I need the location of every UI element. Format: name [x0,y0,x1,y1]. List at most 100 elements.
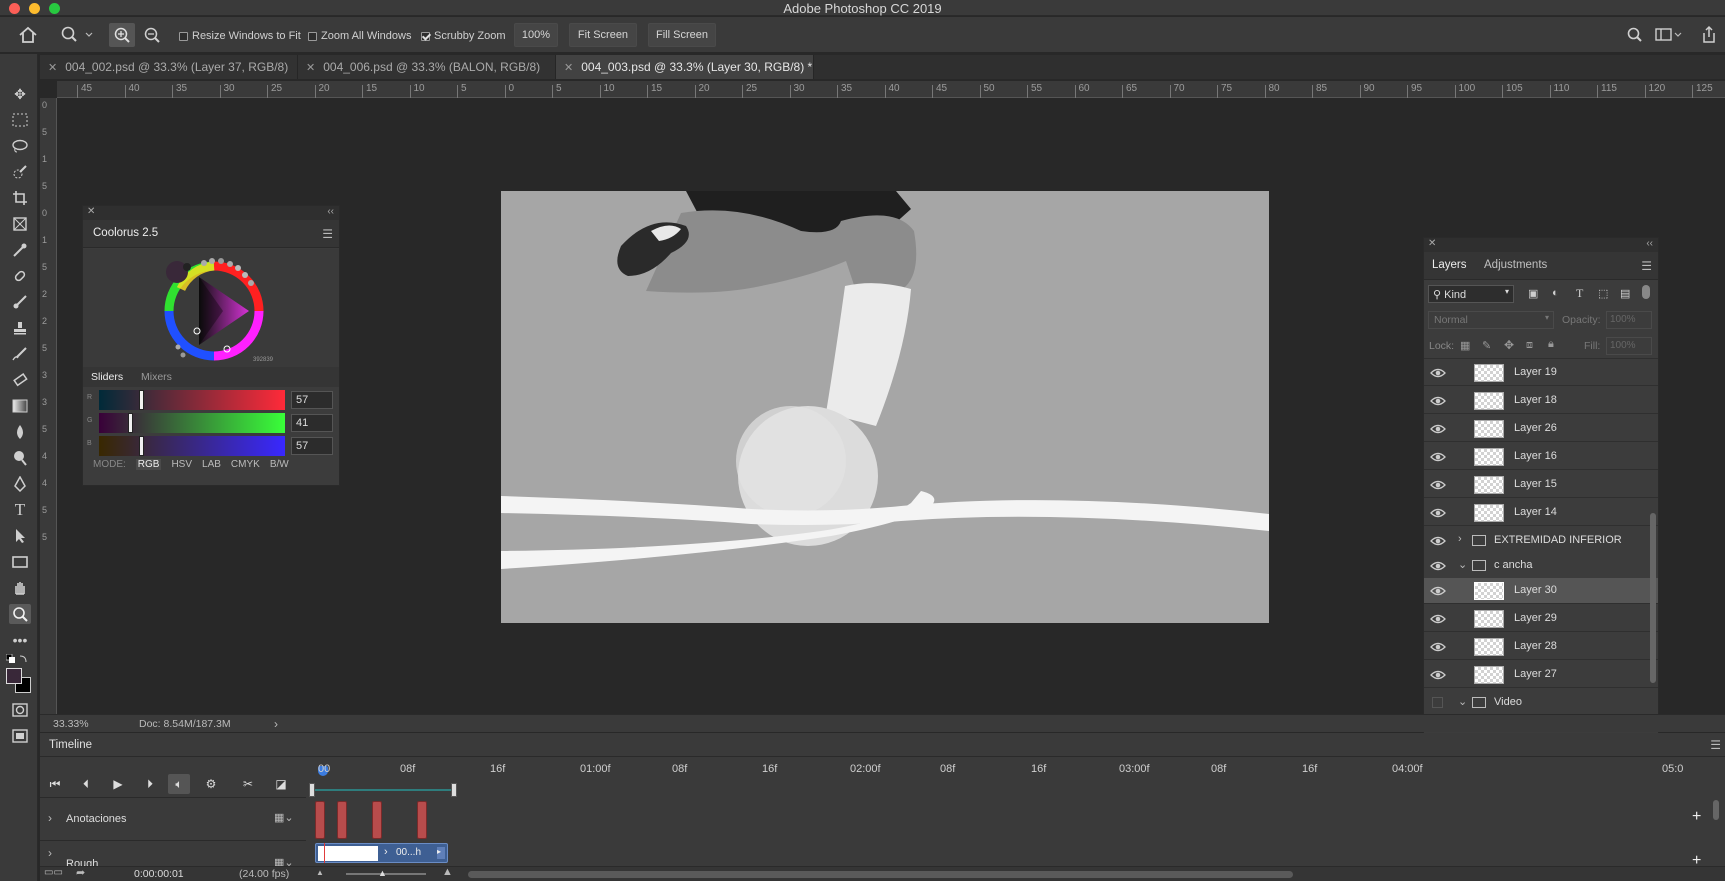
visibility-eye-icon[interactable] [1430,422,1446,436]
chevron-right-icon[interactable]: › [48,846,52,860]
history-brush-tool-icon[interactable] [9,344,31,364]
tab-doc-1[interactable]: ✕ 004_002.psd @ 33.3% (Layer 37, RGB/8) [40,55,298,79]
type-filter-icon[interactable]: T [1576,286,1583,301]
opacity-field[interactable]: 100% [1606,311,1652,329]
zoom-level[interactable]: 33.33% [53,718,89,730]
current-time[interactable]: 0:00:00:01 [134,868,184,880]
panel-menu-icon[interactable]: ☰ [1710,738,1721,752]
split-scissors-icon[interactable]: ✂︎ [237,774,259,794]
tab-mixers[interactable]: Mixers [141,371,172,383]
mode-rgb[interactable]: RGB [135,459,162,470]
chevron-right-icon[interactable]: › [48,811,52,825]
layer-row[interactable]: Layer 29 [1424,606,1658,632]
convert-frames-icon[interactable]: ▭▭ [44,867,63,878]
tab-doc-3-active[interactable]: ✕ 004_003.psd @ 33.3% (Layer 30, RGB/8) * [556,55,814,79]
close-tab-icon[interactable]: ✕ [48,61,57,74]
render-video-icon[interactable]: ➦ [76,866,85,879]
visibility-eye-icon[interactable] [1430,584,1446,598]
mode-cmyk[interactable]: CMYK [231,459,260,470]
lock-position-icon[interactable]: ✥ [1504,338,1514,352]
pixel-filter-icon[interactable]: ▣ [1528,287,1538,300]
share-icon[interactable] [1700,25,1718,45]
layer-row-selected[interactable]: Layer 30 [1424,578,1658,604]
layers-scrollbar[interactable] [1650,513,1656,683]
layer-row[interactable]: Layer 16 [1424,444,1658,470]
layer-row[interactable]: Layer 27 [1424,662,1658,688]
timeline-zoom-knob[interactable]: ▲ [378,868,387,878]
mode-hsv[interactable]: HSV [171,459,192,470]
work-area-bar[interactable] [313,789,454,791]
eraser-tool-icon[interactable] [9,370,31,390]
b-slider[interactable] [99,436,285,456]
track-header-anotaciones[interactable]: › Anotaciones ▦⌄ [40,797,306,841]
lock-artboard-icon[interactable]: ⧈ [1526,339,1533,352]
visibility-eye-icon[interactable] [1430,478,1446,492]
work-area-start-handle[interactable] [309,783,315,797]
lock-brush-icon[interactable]: ✎ [1482,339,1491,352]
r-slider[interactable] [99,390,285,410]
eyedropper-tool-icon[interactable] [9,240,31,260]
pen-tool-icon[interactable] [9,474,31,494]
previous-frame-icon[interactable]: ⏴︎ [75,774,97,794]
tab-layers[interactable]: Layers [1432,259,1467,271]
workspace-icon[interactable] [1655,26,1683,44]
close-tab-icon[interactable]: ✕ [306,61,315,74]
search-icon[interactable] [1626,26,1644,44]
resize-windows-checkbox[interactable]: Resize Windows to Fit [179,30,301,42]
color-wheel-area[interactable]: 392839 [83,249,339,367]
blend-mode-dropdown[interactable]: Normal ▾ [1428,311,1554,329]
lock-all-icon[interactable]: 🔒︎ [1548,338,1554,351]
healing-brush-tool-icon[interactable] [9,266,31,286]
chevron-down-icon[interactable]: ⌄ [1458,695,1467,708]
chevron-right-icon[interactable]: › [1458,533,1462,545]
panel-menu-icon[interactable]: ☰ [322,227,333,241]
collapse-panel-icon[interactable]: ‹‹ [327,206,334,217]
zoom-all-windows-checkbox[interactable]: Zoom All Windows [308,30,411,42]
timeline-h-scrollbar[interactable] [468,871,1293,878]
timeline-settings-icon[interactable]: ⚙︎ [200,774,222,794]
visibility-eye-icon[interactable] [1430,534,1446,548]
marquee-tool-icon[interactable] [9,110,31,130]
tab-doc-2[interactable]: ✕ 004_006.psd @ 33.3% (BALON, RGB/8) [298,55,556,79]
zoom-out-mountain-icon[interactable]: ▲ [316,868,324,877]
lock-transparent-icon[interactable]: ▦ [1460,339,1470,352]
document-canvas[interactable] [501,191,1269,623]
visibility-toggle-empty[interactable] [1432,697,1443,708]
g-slider[interactable] [99,413,285,433]
panel-menu-icon[interactable]: ☰ [1641,259,1652,273]
move-tool-icon[interactable]: ✥ [9,84,31,104]
filter-toggle-icon[interactable] [1642,285,1650,299]
type-tool-icon[interactable]: T [9,500,31,520]
first-frame-icon[interactable]: ⏮︎ [44,774,66,794]
audio-toggle-icon[interactable]: 🔈︎ [168,774,190,794]
zoom-out-button[interactable] [139,23,165,47]
group-row[interactable]: › EXTREMIDAD INFERIOR [1424,528,1658,554]
tab-sliders[interactable]: Sliders [91,371,123,383]
adjustment-filter-icon[interactable]: ◐ [1552,287,1559,299]
visibility-eye-icon[interactable] [1430,366,1446,380]
mode-bw[interactable]: B/W [270,459,289,470]
group-row[interactable]: ⌄ Video [1424,690,1658,716]
annotation-clip[interactable] [315,801,325,839]
visibility-eye-icon[interactable] [1430,640,1446,654]
transition-icon[interactable]: ◪ [270,774,292,794]
blur-tool-icon[interactable] [9,422,31,442]
more-tools-icon[interactable]: ••• [9,630,31,650]
film-icon[interactable]: ▦⌄ [274,811,294,824]
close-panel-icon[interactable]: ✕ [1428,238,1436,249]
visibility-eye-icon[interactable] [1430,394,1446,408]
timeline-v-scrollbar[interactable] [1713,800,1719,820]
close-tab-icon[interactable]: ✕ [564,61,573,74]
hand-tool-icon[interactable] [9,578,31,598]
chevron-right-icon[interactable]: › [274,717,278,731]
r-slider-knob[interactable] [139,390,144,410]
collapse-panel-icon[interactable]: ‹‹ [1646,238,1653,249]
next-frame-icon[interactable]: ⏵︎ [139,774,161,794]
group-row[interactable]: ⌄ c ancha [1424,553,1658,579]
dodge-tool-icon[interactable] [9,448,31,468]
lasso-tool-icon[interactable] [9,136,31,156]
brush-tool-icon[interactable] [9,292,31,312]
annotation-clip[interactable] [372,801,382,839]
g-value-field[interactable]: 41 [291,414,333,432]
scrubby-zoom-checkbox[interactable]: Scrubby Zoom [421,30,506,42]
